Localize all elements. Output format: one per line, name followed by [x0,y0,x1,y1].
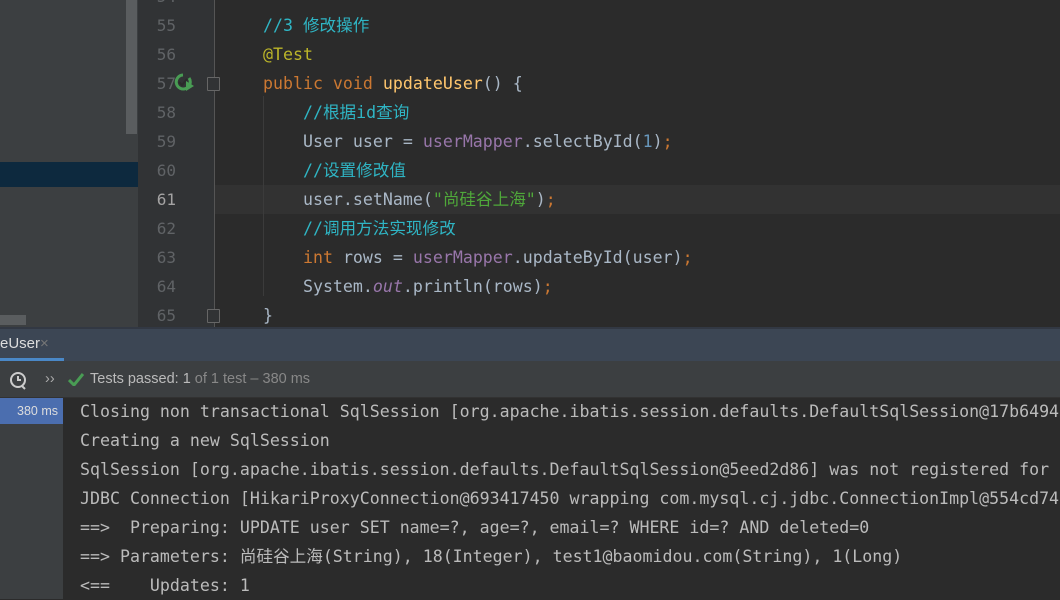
run-test-icon[interactable] [174,73,196,91]
code-token: int [263,248,343,267]
line-number: 63 [156,248,176,267]
code-token: System. [263,277,373,296]
test-status: Tests passed: 1 of 1 test – 380 ms [90,361,310,398]
line-number: 59 [156,132,176,151]
project-selected-item[interactable] [0,162,138,187]
code-token: user.setName( [263,190,433,209]
line-number: 65 [156,306,176,325]
console-line: SqlSession [org.apache.ibatis.session.de… [80,460,1050,479]
code-line: System.out.println(rows); [263,272,553,301]
code-token: //设置修改值 [263,161,406,180]
code-token: } [263,306,273,325]
passed-count: 1 [182,371,191,387]
line-number: 61 [156,190,176,209]
fold-icon[interactable] [207,309,220,323]
code-line: //根据id查询 [263,98,409,127]
code-line: public void updateUser() { [263,69,523,98]
test-tree [0,398,63,599]
code-line: //设置修改值 [263,156,406,185]
status-label: Tests passed: [90,371,183,387]
line-number: 56 [156,45,176,64]
history-icon[interactable] [9,371,29,391]
close-icon[interactable]: × [40,329,49,359]
code-token: @Test [263,45,313,64]
test-tree-item[interactable]: 380 ms [0,398,63,424]
console-line: ==> Preparing: UPDATE user SET name=?, a… [80,518,870,537]
console-line: ==> Parameters: 尚硅谷上海(String), 18(Intege… [80,547,903,566]
code-token: ) [535,190,546,209]
code-line: int rows = userMapper.updateById(user); [263,243,693,272]
console-line: Creating a new SqlSession [80,431,330,450]
code-token: updateUser [382,74,483,93]
code-token: //调用方法实现修改 [263,219,456,238]
code-token: ; [545,190,556,209]
line-number: 58 [156,103,176,122]
code-line: User user = userMapper.selectById(1); [263,127,673,156]
code-token: ; [682,248,693,267]
code-token: User user = [263,132,423,151]
code-token: public void [263,74,383,93]
line-number: 60 [156,161,176,180]
code-token: .println(rows) [402,277,543,296]
code-token: ; [662,132,673,151]
code-token: "尚硅谷上海" [432,190,536,209]
code-token: rows = [342,248,413,267]
console-line: Closing non transactional SqlSession [or… [80,402,1060,421]
run-tool-window-tabs: eUser × [0,327,1060,361]
code-token: () { [482,74,523,93]
line-number: 54 [138,0,176,11]
fold-icon[interactable] [207,77,220,91]
code-line: } [263,301,273,330]
line-number: 62 [156,219,176,238]
code-token: //根据id查询 [263,103,410,122]
code-token: 1 [642,132,653,151]
code-token: userMapper [422,132,523,151]
project-horizontal-scrollbar[interactable] [0,315,26,325]
code-token: ; [542,277,553,296]
console-line: JDBC Connection [HikariProxyConnection@6… [80,489,1060,508]
test-toolbar: ›› Tests passed: 1 of 1 test – 380 ms [0,361,1060,398]
code-line: //3 修改操作 [263,11,369,40]
status-summary: of 1 test – 380 ms [190,371,311,387]
check-icon [68,373,84,386]
code-token: .selectById( [522,132,643,151]
code-line: //调用方法实现修改 [263,214,456,243]
code-token: userMapper [412,248,513,267]
code-token: .updateById(user) [512,248,683,267]
code-token: //3 修改操作 [263,16,370,35]
tab-run-updateuser[interactable]: eUser × [0,329,64,361]
code-token: ) [652,132,663,151]
more-icon[interactable]: ›› [45,361,55,398]
line-number: 57 [156,74,176,93]
project-vertical-scrollbar[interactable] [126,0,137,134]
line-number: 55 [156,16,176,35]
code-line: @Test [263,40,313,69]
code-token: out [372,277,403,296]
tab-label: eUser [0,335,41,352]
code-line: user.setName("尚硅谷上海"); [263,185,556,214]
line-number: 64 [156,277,176,296]
console-line: <== Updates: 1 [80,576,250,595]
